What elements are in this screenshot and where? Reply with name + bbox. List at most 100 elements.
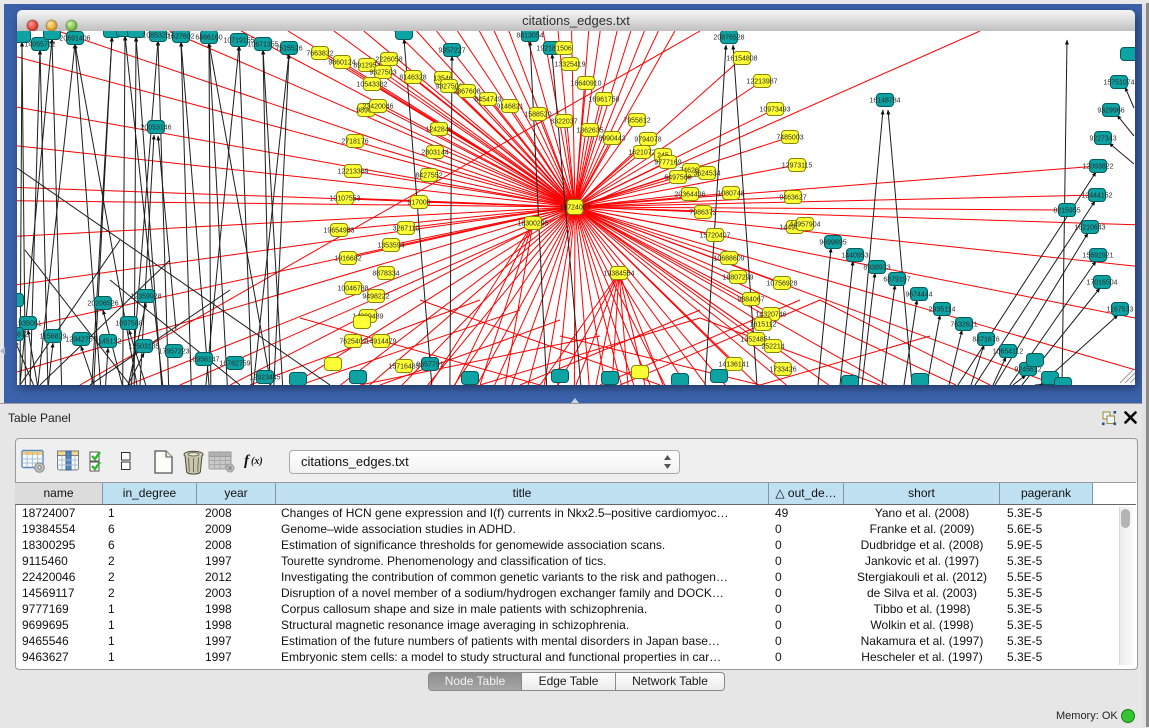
- svg-text:1588520: 1588520: [524, 112, 551, 119]
- svg-text:1733426: 1733426: [769, 367, 796, 374]
- svg-text:15716485: 15716485: [388, 364, 419, 371]
- svg-text:6466160: 6466160: [195, 35, 222, 42]
- svg-text:1097588: 1097588: [115, 321, 142, 328]
- svg-text:10958147: 10958147: [188, 357, 219, 364]
- svg-text:6879197: 6879197: [883, 277, 910, 284]
- svg-text:14136141: 14136141: [718, 362, 749, 369]
- svg-text:17016504: 17016504: [1086, 280, 1117, 287]
- svg-text:9657791: 9657791: [416, 362, 443, 369]
- svg-text:9699695: 9699695: [819, 240, 846, 247]
- svg-text:9860124: 9860124: [328, 60, 355, 67]
- svg-text:10688609: 10688609: [713, 256, 744, 263]
- svg-text:1242848: 1242848: [425, 127, 452, 134]
- svg-text:20876528: 20876528: [713, 35, 744, 42]
- svg-text:9227343: 9227343: [1089, 136, 1116, 143]
- svg-text:3267110: 3267110: [393, 226, 420, 233]
- svg-text:12213987: 12213987: [746, 79, 777, 86]
- svg-text:10671355: 10671355: [247, 42, 278, 49]
- svg-text:9498222: 9498222: [362, 294, 389, 301]
- svg-text:6497568: 6497568: [664, 175, 691, 182]
- svg-text:12973115: 12973115: [782, 163, 813, 170]
- svg-text:2718176: 2718176: [341, 139, 368, 146]
- svg-text:7986372: 7986372: [689, 210, 716, 217]
- svg-text:10107553: 10107553: [329, 196, 360, 203]
- svg-text:917006: 917006: [407, 200, 430, 207]
- svg-text:9329966: 9329966: [1097, 108, 1124, 115]
- svg-text:12093822: 12093822: [1082, 164, 1113, 171]
- svg-text:15751074: 15751074: [1103, 80, 1134, 87]
- svg-text:10973493: 10973493: [759, 107, 790, 114]
- svg-text:9463627: 9463627: [779, 195, 806, 202]
- svg-text:1080748: 1080748: [717, 191, 744, 198]
- svg-text:9674444: 9674444: [905, 292, 932, 299]
- svg-text:3915872: 3915872: [17, 332, 29, 339]
- svg-text:1935061: 1935061: [17, 321, 42, 328]
- svg-text:1440953: 1440953: [841, 253, 868, 260]
- svg-text:1145132: 1145132: [95, 339, 122, 346]
- svg-text:44957904: 44957904: [789, 222, 820, 229]
- svg-text:8322037: 8322037: [550, 119, 577, 126]
- svg-text:7663822: 7663822: [306, 51, 333, 58]
- svg-text:1615112: 1615112: [750, 322, 777, 329]
- svg-text:10543382: 10543382: [356, 82, 387, 89]
- svg-text:8146328: 8146328: [399, 75, 426, 82]
- svg-text:12942757: 12942757: [65, 337, 96, 344]
- svg-text:12923445: 12923445: [249, 375, 280, 382]
- svg-text:2803144: 2803144: [421, 150, 448, 157]
- svg-text:16782759: 16782759: [219, 361, 250, 368]
- svg-text:16961758: 16961758: [588, 97, 619, 104]
- svg-text:8878334: 8878334: [372, 271, 399, 278]
- svg-text:14055712: 14055712: [24, 42, 55, 49]
- svg-text:1621072: 1621072: [628, 150, 655, 157]
- svg-text:9245612: 9245612: [1014, 367, 1041, 374]
- svg-text:2226058: 2226058: [375, 57, 402, 64]
- svg-text:1156829: 1156829: [40, 334, 67, 341]
- svg-text:7485003: 7485003: [776, 135, 803, 142]
- svg-text:19654983: 19654983: [323, 228, 354, 235]
- svg-text:16210643: 16210643: [1074, 225, 1105, 232]
- svg-text:9884067: 9884067: [737, 297, 764, 304]
- svg-text:2367608: 2367608: [453, 89, 480, 96]
- svg-text:(x): (x): [251, 456, 263, 467]
- svg-text:12359928: 12359928: [130, 294, 161, 301]
- svg-text:16154808: 16154808: [726, 56, 757, 63]
- svg-text:16148784: 16148784: [869, 98, 900, 105]
- svg-text:8990443: 8990443: [598, 136, 625, 143]
- svg-text:1916682: 1916682: [334, 256, 361, 263]
- svg-text:7955812: 7955812: [623, 118, 650, 125]
- svg-text:9146821: 9146821: [496, 104, 523, 111]
- svg-text:8454749: 8454749: [474, 97, 501, 104]
- svg-text:19384554: 19384554: [603, 271, 634, 278]
- svg-text:8813054: 8813054: [516, 33, 543, 40]
- svg-text:13325419: 13325419: [554, 62, 585, 69]
- svg-text:1353594: 1353594: [377, 243, 404, 250]
- svg-text:2935114: 2935114: [929, 307, 956, 314]
- svg-text:8427552: 8427552: [415, 173, 442, 180]
- svg-text:20364436: 20364436: [674, 192, 705, 199]
- svg-text:9357227: 9357227: [438, 48, 465, 55]
- svg-text:1362635: 1362635: [576, 128, 603, 135]
- svg-text:18640910: 18640910: [570, 81, 601, 88]
- svg-text:7632621: 7632621: [950, 322, 977, 329]
- svg-text:12444152: 12444152: [1081, 193, 1112, 200]
- svg-text:9327503: 9327503: [369, 70, 396, 77]
- svg-text:18300295: 18300295: [517, 221, 548, 228]
- svg-text:8471676: 8471676: [972, 337, 999, 344]
- svg-text:20053146: 20053146: [140, 125, 171, 132]
- svg-text:18807299: 18807299: [722, 275, 753, 282]
- svg-text:8215955: 8215955: [1053, 208, 1080, 215]
- svg-text:7515526: 7515526: [275, 46, 302, 53]
- svg-text:9777169: 9777169: [654, 160, 681, 167]
- svg-text:f: f: [244, 453, 251, 469]
- svg-text:1167533: 1167533: [1107, 307, 1134, 314]
- svg-text:20206526: 20206526: [87, 301, 118, 308]
- svg-text:10654112: 10654112: [993, 349, 1024, 356]
- svg-text:1506: 1506: [556, 46, 572, 53]
- svg-text:15692921: 15692921: [1082, 253, 1113, 260]
- svg-text:12213369: 12213369: [337, 169, 368, 176]
- svg-text:15720407: 15720407: [699, 233, 730, 240]
- svg-text:9794078: 9794078: [634, 137, 661, 144]
- svg-text:10756928: 10756928: [766, 281, 797, 288]
- svg-text:252214: 252214: [761, 344, 784, 351]
- svg-text:23420046: 23420046: [362, 104, 393, 111]
